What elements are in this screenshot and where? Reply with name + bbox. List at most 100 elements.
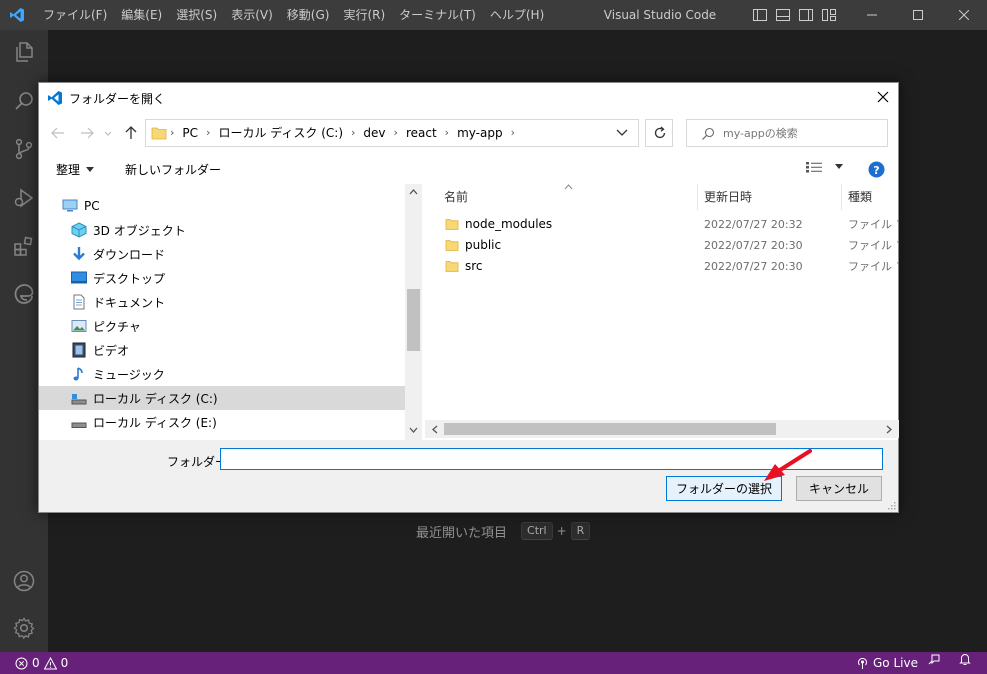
videos-icon <box>72 342 86 358</box>
search-icon[interactable] <box>12 89 36 113</box>
problems-indicator[interactable]: 0 0 <box>15 652 68 674</box>
nav-item-documents[interactable]: ドキュメント <box>39 290 405 314</box>
resize-grip-icon[interactable] <box>886 500 896 510</box>
annotation-arrow-icon <box>764 449 812 481</box>
file-row-public[interactable]: public 2022/07/27 20:30 ファイル フォルダー <box>425 235 899 256</box>
breadcrumb-my-app[interactable]: my-app <box>457 120 503 146</box>
error-icon <box>15 657 28 669</box>
nav-item-music[interactable]: ミュージック <box>39 362 405 386</box>
menu-help[interactable]: ヘルプ(H) <box>483 0 551 30</box>
close-icon[interactable] <box>874 88 892 106</box>
file-row-src[interactable]: src 2022/07/27 20:30 ファイル フォルダー <box>425 256 899 277</box>
toggle-panel-icon[interactable] <box>775 7 791 23</box>
source-control-icon[interactable] <box>12 137 36 161</box>
nav-pane-scrollbar[interactable] <box>405 184 422 440</box>
recent-label[interactable]: 最近開いた項目 <box>416 522 507 541</box>
breadcrumb-local-disk[interactable]: ローカル ディスク (C:) <box>218 120 343 146</box>
organize-label: 整理 <box>56 163 81 177</box>
scroll-right-chevron-icon[interactable] <box>886 425 893 434</box>
breadcrumb-dev[interactable]: dev <box>363 120 385 146</box>
organize-menu[interactable]: 整理 <box>56 161 95 178</box>
nav-item-3d-objects[interactable]: 3D オブジェクト <box>39 218 405 242</box>
help-icon[interactable]: ? <box>868 161 885 178</box>
up-arrow-icon[interactable] <box>123 125 139 141</box>
back-arrow-icon[interactable] <box>50 125 66 141</box>
manage-gear-icon[interactable] <box>12 616 36 640</box>
menu-terminal[interactable]: ターミナル(T) <box>392 0 483 30</box>
toggle-primary-sidebar-icon[interactable] <box>752 7 768 23</box>
nav-item-label: ローカル ディスク (C:) <box>93 391 218 406</box>
recent-locations-chevron-icon[interactable] <box>103 125 113 141</box>
extensions-icon[interactable] <box>12 234 36 258</box>
close-window-button[interactable] <box>941 0 987 30</box>
new-folder-button[interactable]: 新しいフォルダー <box>125 161 221 178</box>
menu-file[interactable]: ファイル(F) <box>36 0 114 30</box>
nav-item-desktop[interactable]: デスクトップ <box>39 266 405 290</box>
menu-selection[interactable]: 選択(S) <box>169 0 224 30</box>
menu-run[interactable]: 実行(R) <box>336 0 392 30</box>
nav-item-local-disk-c[interactable]: ローカル ディスク (C:) <box>39 386 405 410</box>
sort-ascending-icon <box>564 184 573 190</box>
nav-item-downloads[interactable]: ダウンロード <box>39 242 405 266</box>
file-modified: 2022/07/27 20:30 <box>704 260 803 273</box>
nav-item-pictures[interactable]: ピクチャ <box>39 314 405 338</box>
breadcrumb-react[interactable]: react <box>406 120 437 146</box>
column-header-type[interactable]: 種類 <box>848 184 872 210</box>
address-history-chevron-icon[interactable] <box>616 128 628 138</box>
toggle-secondary-sidebar-icon[interactable] <box>798 7 814 23</box>
refresh-button[interactable] <box>645 119 673 147</box>
forward-arrow-icon[interactable] <box>79 125 95 141</box>
menu-go[interactable]: 移動(G) <box>280 0 337 30</box>
nav-item-local-disk-e[interactable]: ローカル ディスク (E:) <box>39 410 405 434</box>
menu-bar: ファイル(F) 編集(E) 選択(S) 表示(V) 移動(G) 実行(R) ター… <box>36 0 551 30</box>
r-key: R <box>570 522 591 540</box>
file-row-node-modules[interactable]: node_modules 2022/07/27 20:32 ファイル フォルダー <box>425 214 899 235</box>
error-count: 0 <box>32 656 40 670</box>
scroll-down-chevron-icon[interactable] <box>409 427 418 434</box>
music-icon <box>73 367 83 381</box>
navigation-pane: PC 3D オブジェクト ダウンロード デスクトップ ドキュメント ピクチャ ビ… <box>39 184 424 440</box>
h-scroll-thumb[interactable] <box>444 423 776 435</box>
nav-item-label: デスクトップ <box>93 271 166 286</box>
window-title: Visual Studio Code <box>603 8 717 22</box>
nav-scroll-thumb[interactable] <box>407 289 420 351</box>
nav-item-pc[interactable]: PC <box>39 194 405 218</box>
warning-count: 0 <box>60 656 69 670</box>
folder-icon <box>151 127 167 140</box>
file-list-horizontal-scrollbar[interactable] <box>425 420 899 438</box>
file-list: 名前 更新日時 種類 node_modules 2022/07/27 20:32… <box>425 184 899 440</box>
maximize-button[interactable] <box>895 0 941 30</box>
nav-item-videos[interactable]: ビデオ <box>39 338 405 362</box>
scroll-left-chevron-icon[interactable] <box>431 425 438 434</box>
svg-text:?: ? <box>873 164 879 177</box>
nav-item-label: ローカル ディスク (E:) <box>93 415 217 430</box>
address-bar[interactable]: › PC › ローカル ディスク (C:) › dev › react › my… <box>145 119 639 147</box>
notifications-bell-icon[interactable] <box>958 652 972 666</box>
status-bar: 0 0 Go Live <box>0 652 987 674</box>
column-divider[interactable] <box>841 184 842 210</box>
go-live-button[interactable]: Go Live <box>856 652 918 674</box>
account-icon[interactable] <box>12 569 36 593</box>
scroll-up-chevron-icon[interactable] <box>409 188 418 195</box>
vscode-logo-icon <box>48 91 62 105</box>
run-debug-icon[interactable] <box>12 186 36 210</box>
search-input[interactable] <box>723 124 881 142</box>
file-modified: 2022/07/27 20:30 <box>704 239 803 252</box>
customize-layout-icon[interactable] <box>821 7 837 23</box>
minimize-button[interactable] <box>849 0 895 30</box>
column-divider[interactable] <box>697 184 698 210</box>
view-options-button[interactable] <box>805 160 843 174</box>
column-header-modified[interactable]: 更新日時 <box>704 184 752 210</box>
explorer-icon[interactable] <box>12 40 36 64</box>
folder-icon <box>445 240 459 251</box>
search-box[interactable] <box>686 119 888 147</box>
menu-view[interactable]: 表示(V) <box>224 0 280 30</box>
edge-tools-icon[interactable] <box>12 282 36 306</box>
breadcrumb-pc[interactable]: PC <box>182 120 198 146</box>
column-header-name[interactable]: 名前 <box>444 184 468 210</box>
file-modified: 2022/07/27 20:32 <box>704 218 803 231</box>
menu-edit[interactable]: 編集(E) <box>114 0 169 30</box>
title-bar: ファイル(F) 編集(E) 選択(S) 表示(V) 移動(G) 実行(R) ター… <box>0 0 987 30</box>
feedback-icon[interactable] <box>927 652 941 666</box>
pictures-icon <box>71 320 87 332</box>
